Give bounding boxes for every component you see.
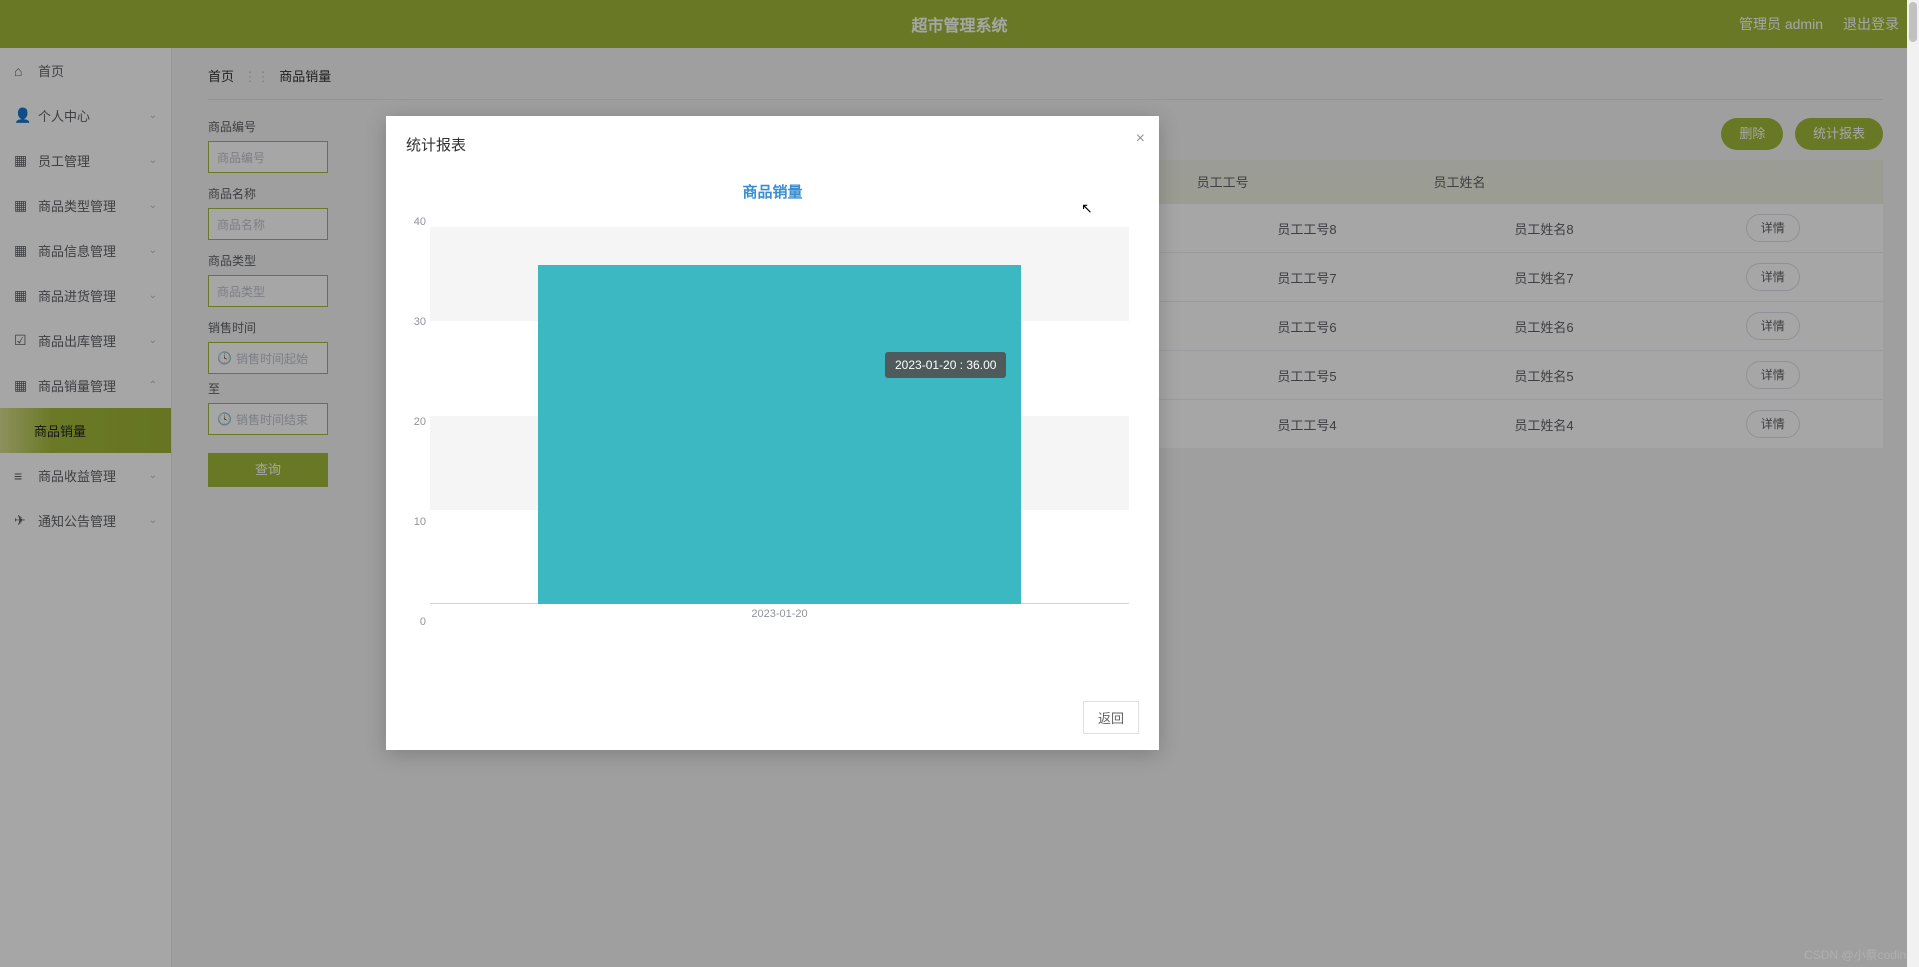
- xtick-0: 2023-01-20: [751, 608, 807, 620]
- scrollbar-thumb[interactable]: [1909, 2, 1917, 42]
- ytick-0: 0: [420, 616, 426, 628]
- mouse-cursor: ↖: [1081, 200, 1093, 217]
- plot-region: 2023-01-20 : 36.00 2023-01-20: [430, 227, 1129, 604]
- modal-footer: 返回: [1083, 701, 1139, 734]
- watermark: CSDN @小蔡coding: [1804, 946, 1913, 963]
- stats-modal: 统计报表 × 商品销量 0 10 20 30 40 2023-01-20 : 3…: [386, 116, 1159, 750]
- back-button[interactable]: 返回: [1083, 701, 1139, 734]
- bar-series-0[interactable]: [538, 265, 1020, 604]
- chart-tooltip: 2023-01-20 : 36.00: [885, 352, 1006, 378]
- ytick-30: 30: [414, 316, 426, 328]
- y-axis: 0 10 20 30 40: [400, 222, 428, 622]
- vertical-scrollbar[interactable]: [1907, 0, 1919, 967]
- close-icon[interactable]: ×: [1136, 130, 1145, 148]
- ytick-40: 40: [414, 216, 426, 228]
- chart-area: 0 10 20 30 40 2023-01-20 : 36.00 2023-01…: [430, 222, 1129, 622]
- chart-title: 商品销量: [386, 181, 1159, 202]
- ytick-20: 20: [414, 416, 426, 428]
- ytick-10: 10: [414, 516, 426, 528]
- modal-title: 统计报表: [386, 116, 1159, 173]
